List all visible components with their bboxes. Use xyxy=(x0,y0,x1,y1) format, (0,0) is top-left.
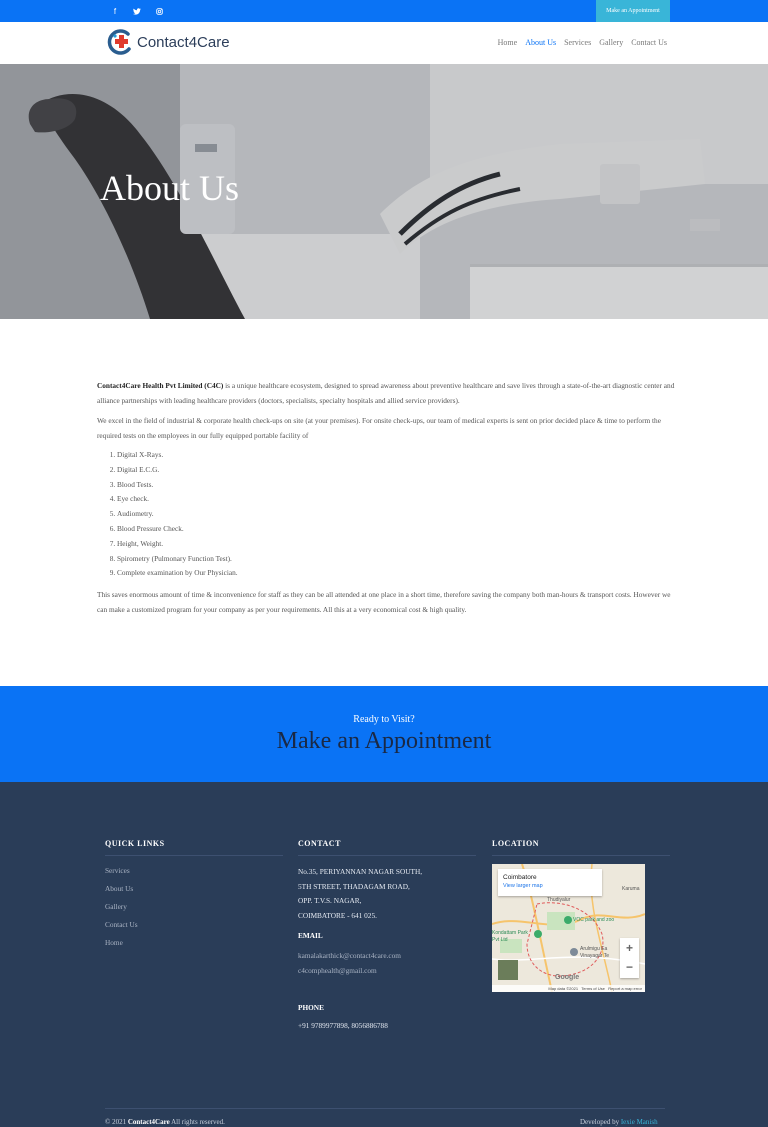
appointment-subtitle: Ready to Visit? xyxy=(353,714,415,725)
map-label: Karuma xyxy=(622,886,640,892)
map-label: Thudiyalur xyxy=(547,897,571,903)
list-item: Complete examination by Our Physician. xyxy=(117,566,675,581)
address-line: OPP. T.V.S. NAGAR, xyxy=(298,896,362,905)
phone-numbers: +91 9789977898, 8056886788 xyxy=(298,1021,388,1030)
list-item: Blood Pressure Check. xyxy=(117,522,675,537)
developer-credit: Developed by Iexie Manish xyxy=(580,1118,658,1126)
list-item: Eye check. xyxy=(117,492,675,507)
about-content: Contact4Care Health Pvt Limited (C4C) is… xyxy=(97,378,675,622)
zoom-out-button[interactable]: − xyxy=(620,958,639,978)
quick-links-heading: QUICK LINKS xyxy=(105,839,283,856)
site-footer: QUICK LINKS Services About Us Gallery Co… xyxy=(0,782,768,1127)
copyright-prefix: © 2021 xyxy=(105,1118,128,1126)
developer-prefix: Developed by xyxy=(580,1118,621,1126)
list-item: Spirometry (Pulmonary Function Test). xyxy=(117,552,675,567)
map-place-card: Coimbatore View larger map xyxy=(498,869,602,896)
contact-heading: CONTACT xyxy=(298,839,476,856)
footer-link-gallery[interactable]: Gallery xyxy=(105,902,283,920)
address-line: COIMBATORE - 641 025. xyxy=(298,910,377,920)
services-list: Digital X-Rays. Digital E.C.G. Blood Tes… xyxy=(117,448,675,581)
footer-link-services[interactable]: Services xyxy=(105,866,283,884)
list-item: Audiometry. xyxy=(117,507,675,522)
contact-column: CONTACT No.35, PERIYANNAN NAGAR SOUTH, 5… xyxy=(298,839,476,1030)
instagram-icon[interactable] xyxy=(148,4,170,18)
map-zoom-controls: + − xyxy=(620,938,639,978)
copyright-suffix: All rights reserved. xyxy=(169,1118,225,1126)
footer-link-about-us[interactable]: About Us xyxy=(105,884,283,902)
intro-paragraph: Contact4Care Health Pvt Limited (C4C) is… xyxy=(97,378,675,408)
appointment-banner: Ready to Visit? Make an Appointment xyxy=(0,686,768,782)
email-heading: EMAIL xyxy=(298,931,323,940)
map-label: Kondattam Park Pvt Ltd xyxy=(492,930,528,943)
social-links: f xyxy=(104,4,170,18)
nav-home[interactable]: Home xyxy=(498,38,518,47)
copyright-brand: Contact4Care xyxy=(127,1118,170,1126)
location-column: LOCATION xyxy=(492,839,670,856)
brand-name: Contact4Care xyxy=(137,33,230,51)
footer-link-contact-us[interactable]: Contact Us xyxy=(105,920,283,938)
twitter-icon[interactable] xyxy=(126,4,148,18)
view-larger-map-link[interactable]: View larger map xyxy=(498,881,602,889)
email-link[interactable]: kamalakarthick@contact4care.com xyxy=(298,948,476,963)
nav-contact-us[interactable]: Contact Us xyxy=(631,38,667,47)
list-item: Blood Tests. xyxy=(117,478,675,493)
footer-bottom-bar: © 2021 Contact4Care All rights reserved.… xyxy=(105,1108,665,1126)
appointment-link[interactable]: Make an Appointment xyxy=(0,728,768,755)
make-appointment-button[interactable]: Make an Appointment xyxy=(596,0,670,22)
google-logo: Google xyxy=(555,974,580,981)
email-link[interactable]: c4comphealth@gmail.com xyxy=(298,963,476,978)
nav-gallery[interactable]: Gallery xyxy=(599,38,623,47)
facebook-icon[interactable]: f xyxy=(104,4,126,18)
address: No.35, PERIYANNAN NAGAR SOUTH, 5TH STREE… xyxy=(298,865,476,923)
hero-banner: About Us xyxy=(0,64,768,319)
list-item: Digital E.C.G. xyxy=(117,463,675,478)
brand-logo[interactable]: Contact4Care xyxy=(104,27,230,57)
logo-mark-icon xyxy=(104,27,134,57)
zoom-in-button[interactable]: + xyxy=(620,938,639,958)
savings-paragraph: This saves enormous amount of time & inc… xyxy=(97,590,671,615)
onsite-paragraph: We excel in the field of industrial & co… xyxy=(97,416,661,440)
nav-about-us[interactable]: About Us xyxy=(525,38,556,47)
email-list: kamalakarthick@contact4care.com c4comphe… xyxy=(298,948,476,978)
quick-links-column: QUICK LINKS Services About Us Gallery Co… xyxy=(105,839,283,956)
list-item: Height, Weight. xyxy=(117,537,675,552)
location-map[interactable]: Coimbatore View larger map Thudiyalur VO… xyxy=(492,864,645,992)
location-heading: LOCATION xyxy=(492,839,670,856)
top-bar: f Make an Appointment xyxy=(0,0,768,22)
nav-services[interactable]: Services xyxy=(564,38,591,47)
map-attribution[interactable]: Map data ©2021 Terms of Use Report a map… xyxy=(492,985,645,992)
main-nav: Home About Us Services Gallery Contact U… xyxy=(498,38,667,47)
site-header: Contact4Care Home About Us Services Gall… xyxy=(0,22,768,64)
map-label: VOC park and zoo xyxy=(573,917,615,923)
list-item: Digital X-Rays. xyxy=(117,448,675,463)
phone-heading: PHONE xyxy=(298,1003,324,1012)
map-place-name: Coimbatore xyxy=(503,874,537,881)
footer-link-home[interactable]: Home xyxy=(105,938,283,956)
company-name: Contact4Care Health Pvt Limited (C4C) xyxy=(97,381,224,390)
copyright: © 2021 Contact4Care All rights reserved. xyxy=(105,1118,225,1126)
developer-link[interactable]: Iexie Manish xyxy=(621,1118,658,1126)
page-title: About Us xyxy=(100,168,240,208)
address-line: No.35, PERIYANNAN NAGAR SOUTH, xyxy=(298,867,423,876)
address-line: 5TH STREET, THADAGAM ROAD, xyxy=(298,881,410,891)
